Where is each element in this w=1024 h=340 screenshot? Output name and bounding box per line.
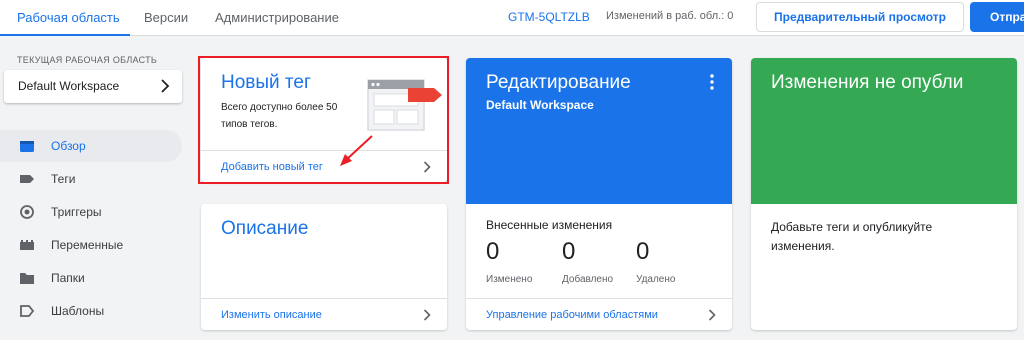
folder-icon [20, 273, 34, 284]
new-tag-title: Новый тег [221, 72, 311, 93]
modified-label: Изменено [486, 274, 533, 285]
current-workspace-caption: ТЕКУЩАЯ РАБОЧАЯ ОБЛАСТЬ [17, 55, 158, 65]
sidebar-item-tags[interactable]: Теги [0, 163, 182, 195]
unpublished-title: Изменения не опубли [771, 72, 964, 93]
workspace-changes-count: Изменений в раб. обл.: 0 [606, 10, 734, 22]
manage-workspaces-link[interactable]: Управление рабочими областями [486, 309, 658, 321]
chevron-right-icon [161, 79, 170, 93]
preview-button[interactable]: Предварительный просмотр [756, 2, 964, 32]
editing-workspace-name: Default Workspace [486, 98, 594, 112]
sidebar-item-templates[interactable]: Шаблоны [0, 295, 182, 327]
description-title: Описание [221, 218, 309, 239]
changes-made-label: Внесенные изменения [486, 218, 613, 232]
tag-illustration-icon [367, 79, 442, 131]
editing-card: Редактирование Default Workspace Внесенн… [466, 58, 732, 330]
add-new-tag-link[interactable]: Добавить новый тег [221, 161, 323, 173]
chevron-right-icon [423, 309, 431, 321]
tab-versions[interactable]: Версии [144, 10, 188, 25]
tab-admin[interactable]: Администрирование [215, 10, 339, 25]
unpublished-changes-card: Изменения не опубли Добавьте теги и опуб… [751, 58, 1017, 330]
editing-title: Редактирование [486, 72, 631, 93]
sidebar-item-label: Обзор [51, 139, 86, 153]
description-card[interactable]: Описание Изменить описание [201, 204, 447, 330]
editing-header: Редактирование Default Workspace [466, 58, 732, 204]
deleted-count: 0 [636, 238, 650, 265]
submit-button[interactable]: Отпра [970, 2, 1024, 32]
sidebar-item-label: Переменные [51, 238, 124, 252]
sidebar-item-label: Папки [51, 271, 85, 285]
edit-description-link-row[interactable]: Изменить описание [201, 298, 447, 330]
active-tab-indicator [0, 34, 130, 36]
top-bar: Рабочая область Версии Администрирование… [0, 0, 1024, 36]
sidebar-item-overview[interactable]: Обзор [0, 130, 182, 162]
sidebar-item-label: Триггеры [51, 205, 102, 219]
red-arrow-annotation-icon [340, 135, 373, 166]
unpublished-message: Добавьте теги и опубликуйте изменения. [771, 220, 933, 253]
add-tag-link-row[interactable]: Добавить новый тег [201, 150, 447, 182]
sidebar-item-triggers[interactable]: Триггеры [0, 196, 182, 228]
tab-workspace[interactable]: Рабочая область [17, 10, 120, 25]
tag-icon [20, 175, 34, 183]
chevron-right-icon [708, 309, 716, 321]
container-id-link[interactable]: GTM-5QLTZLB [508, 10, 590, 24]
modified-count: 0 [486, 238, 500, 265]
deleted-label: Удалено [636, 274, 676, 285]
new-tag-card[interactable]: Новый тег Всего доступно более 50 типов … [201, 58, 447, 182]
variables-icon [20, 240, 34, 250]
manage-workspaces-link-row[interactable]: Управление рабочими областями [466, 298, 732, 330]
unpublished-header: Изменения не опубли [751, 58, 1017, 204]
trigger-icon [20, 205, 34, 219]
edit-description-link[interactable]: Изменить описание [221, 309, 322, 321]
new-tag-description: Всего доступно более 50 типов тегов. [221, 102, 338, 130]
sidebar-item-label: Теги [51, 172, 76, 186]
workspace-selector[interactable]: Default Workspace [4, 70, 182, 103]
overview-icon [20, 141, 34, 152]
chevron-right-icon [423, 161, 431, 173]
sidebar-item-variables[interactable]: Переменные [0, 229, 182, 261]
added-label: Добавлено [562, 274, 614, 285]
templates-icon [20, 305, 35, 317]
more-vert-icon[interactable] [710, 74, 714, 90]
added-count: 0 [562, 238, 576, 265]
sidebar-item-folders[interactable]: Папки [0, 262, 182, 294]
sidebar-item-label: Шаблоны [51, 304, 105, 318]
workspace-name: Default Workspace [18, 79, 120, 93]
